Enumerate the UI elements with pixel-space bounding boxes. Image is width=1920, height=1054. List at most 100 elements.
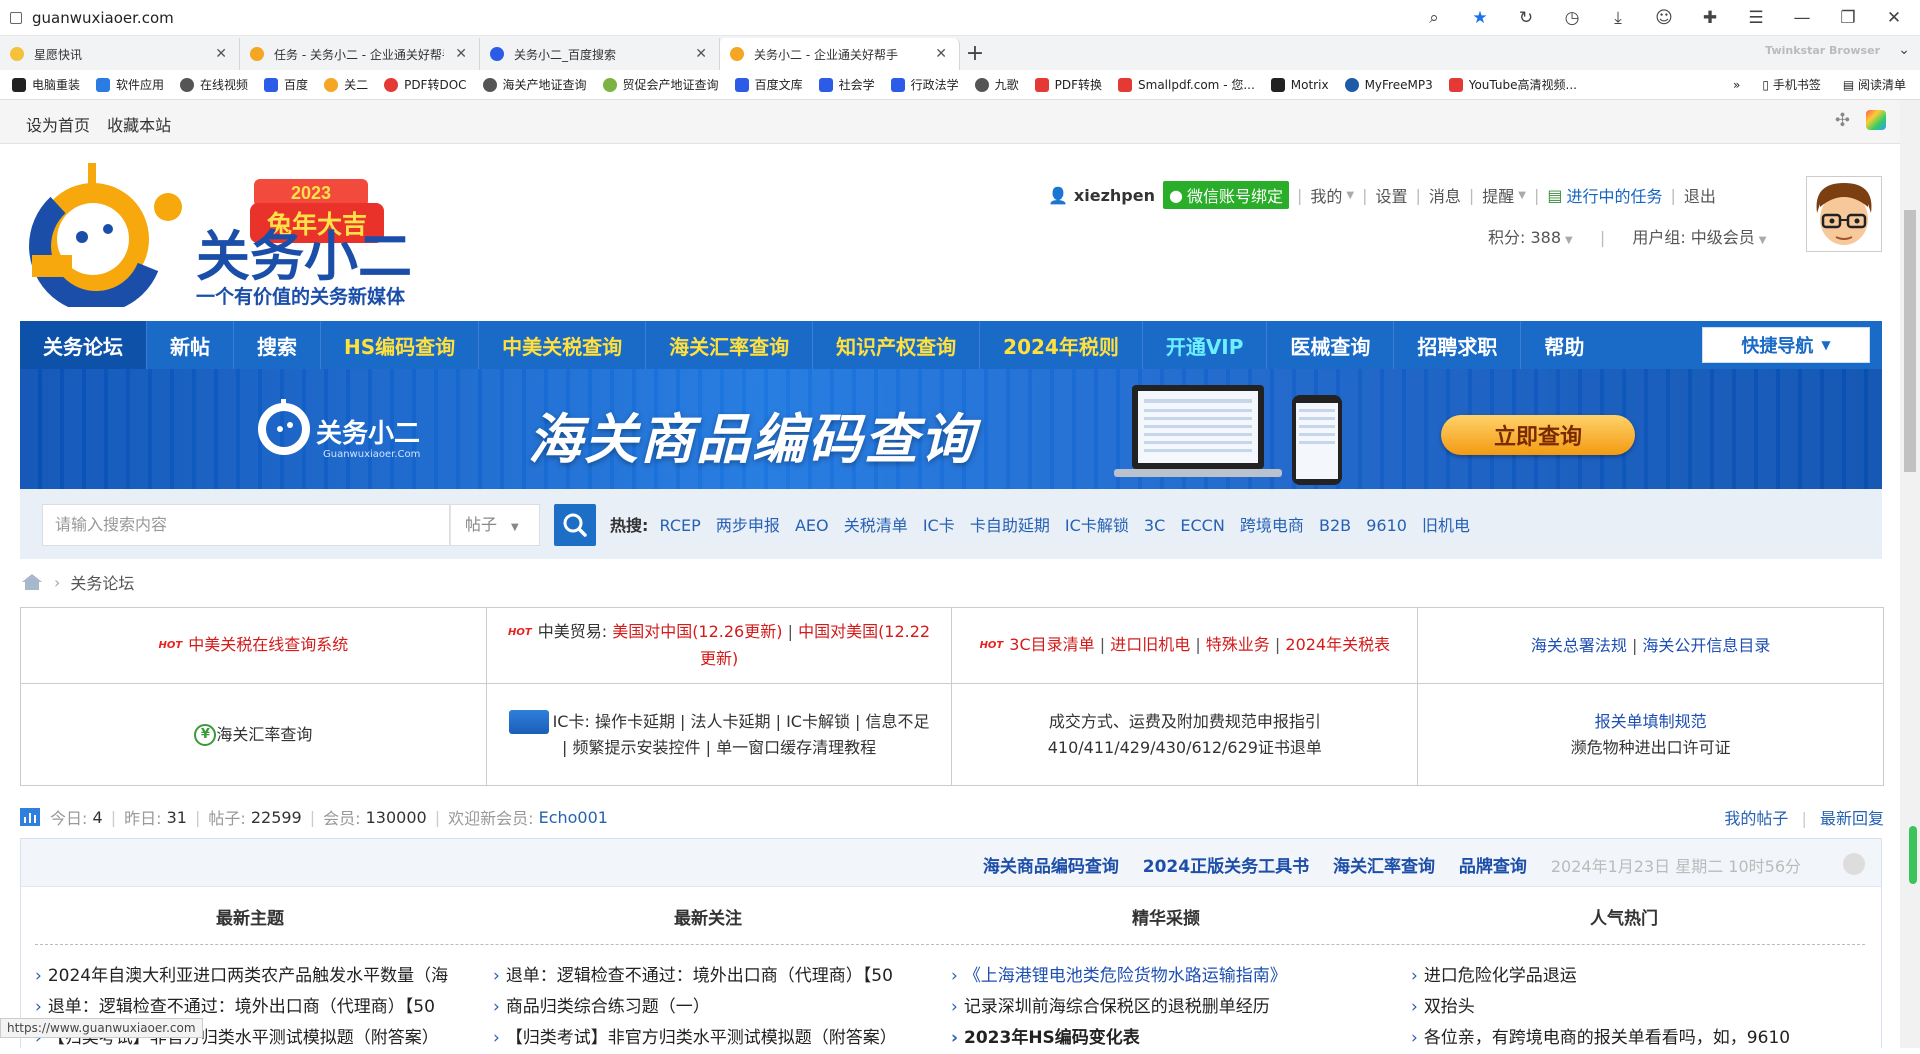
user-group-menu[interactable]: 用户组: 中级会员 <box>1632 228 1754 247</box>
nav-new-posts[interactable]: 新帖 <box>147 321 234 369</box>
close-tab-icon[interactable]: ✕ <box>455 46 467 62</box>
extensions-icon[interactable]: ✚ <box>1698 6 1722 30</box>
banner-query-button[interactable]: 立即查询 <box>1441 415 1635 455</box>
list-item[interactable]: 双抬头 <box>1411 992 1851 1023</box>
us-to-china-link[interactable]: 美国对中国(12.26更新) <box>612 622 782 641</box>
brand-query-link[interactable]: 品牌查询 <box>1459 857 1527 877</box>
bookmark-item[interactable]: 关二 <box>324 76 368 93</box>
hot-search-term[interactable]: ECCN <box>1180 516 1224 535</box>
set-homepage-link[interactable]: 设为首页 <box>26 116 90 135</box>
bookmark-item[interactable]: 海关产地证查询 <box>482 76 587 93</box>
reading-list[interactable]: ▤ 阅读清单 <box>1843 76 1906 93</box>
hot-search-term[interactable]: 3C <box>1144 516 1165 535</box>
messages-link[interactable]: 消息 <box>1429 183 1461 207</box>
hot-search-term[interactable]: 跨境电商 <box>1240 516 1304 535</box>
hot-search-term[interactable]: IC卡 <box>923 516 955 535</box>
ccc-catalog-link[interactable]: 3C目录清单 <box>1009 635 1094 654</box>
special-business-link[interactable]: 特殊业务 <box>1206 635 1270 654</box>
menu-icon[interactable]: ☰ <box>1744 6 1768 30</box>
list-item[interactable]: 商品归类综合练习题（一） <box>493 992 933 1023</box>
bookmark-item[interactable]: 百度 <box>264 76 308 93</box>
nav-search[interactable]: 搜索 <box>234 321 321 369</box>
bookmark-item[interactable]: PDF转DOC <box>384 76 467 93</box>
public-info-catalog-link[interactable]: 海关公开信息目录 <box>1642 636 1770 655</box>
search-button[interactable] <box>554 504 596 546</box>
reload-icon[interactable]: ↻ <box>1514 6 1538 30</box>
bookmark-item[interactable]: 软件应用 <box>96 76 164 93</box>
side-float-widget[interactable] <box>1909 826 1917 884</box>
declaration-form-rules-link[interactable]: 报关单填制规范 <box>1436 709 1865 735</box>
list-item[interactable]: 【归类考试】非官方归类水平测试模拟题（附答案） <box>493 1023 933 1054</box>
search-input[interactable]: 请输入搜索内容 <box>42 504 450 546</box>
nav-vip[interactable]: 开通VIP <box>1143 321 1268 369</box>
hot-search-term[interactable]: 两步申报 <box>716 516 780 535</box>
nav-medical-devices[interactable]: 医械查询 <box>1267 321 1395 369</box>
browser-tab-active[interactable]: 关务小二 - 企业通关好帮手 ✕ <box>720 38 960 70</box>
promo-banner[interactable]: 关务小二 Guanwuxiaoer.Com 海关商品编码查询 立即查询 <box>20 369 1882 489</box>
url-field[interactable]: guanwuxiaoer.com <box>32 9 174 27</box>
history-icon[interactable]: ◷ <box>1560 6 1584 30</box>
endangered-species-permit-link[interactable]: 濒危物种进出口许可证 <box>1436 735 1865 761</box>
nav-forum[interactable]: 关务论坛 <box>20 321 147 369</box>
nav-help[interactable]: 帮助 <box>1521 321 1607 369</box>
site-logo[interactable]: 2023 兔年大吉 关务小二 一个有价值的关务新媒体 <box>18 157 438 314</box>
logout-link[interactable]: 退出 <box>1684 183 1716 207</box>
browser-tab[interactable]: 星愿快讯 ✕ <box>0 38 240 70</box>
bookmark-item[interactable]: MyFreeMP3 <box>1344 77 1433 92</box>
collapse-icon[interactable] <box>1843 853 1865 875</box>
bookmark-item[interactable]: 在线视频 <box>180 76 248 93</box>
bookmark-item[interactable]: 行政法学 <box>890 76 959 93</box>
nav-hs-code[interactable]: HS编码查询 <box>321 321 480 369</box>
declaration-guide-link[interactable]: 成交方式、运费及附加费规范申报指引 <box>970 709 1399 735</box>
list-item[interactable]: 记录深圳前海综合保税区的退税删单经历 <box>951 992 1391 1023</box>
settings-link[interactable]: 设置 <box>1375 183 1407 207</box>
username[interactable]: xiezhpen <box>1074 186 1155 205</box>
exchange-rate-link[interactable]: 海关汇率查询 <box>216 725 312 744</box>
gac-regulations-link[interactable]: 海关总署法规 <box>1531 636 1627 655</box>
newest-member-link[interactable]: Echo001 <box>539 808 608 827</box>
used-machinery-link[interactable]: 进口旧机电 <box>1110 635 1190 654</box>
bookmark-site-link[interactable]: 收藏本站 <box>107 116 171 135</box>
bookmark-item[interactable]: YouTube高清视频... <box>1448 76 1577 93</box>
column-title[interactable]: 最新关注 <box>479 904 937 929</box>
chevron-down-icon[interactable]: ⌄ <box>1898 42 1910 58</box>
nav-2024-tariff[interactable]: 2024年税则 <box>980 321 1143 369</box>
download-icon[interactable]: ⤓ <box>1606 6 1630 30</box>
list-item[interactable]: 各位亲，有跨境电商的报关单看看吗，如，9610 <box>1411 1023 1851 1054</box>
breadcrumb-item[interactable]: 关务论坛 <box>70 570 134 594</box>
my-posts-link[interactable]: 我的帖子 <box>1724 809 1788 828</box>
list-item[interactable]: 退单：逻辑检查不通过：境外出口商（代理商）【50 <box>493 961 933 992</box>
new-tab-button[interactable]: + <box>960 40 990 70</box>
tool-book-link[interactable]: 2024正版关务工具书 <box>1143 857 1309 877</box>
shrink-icon[interactable]: ✣ <box>1835 110 1850 131</box>
latest-reply-link[interactable]: 最新回复 <box>1820 809 1884 828</box>
browser-tab[interactable]: 任务 - 关务小二 - 企业通关好帮手 ✕ <box>240 38 480 70</box>
hot-search-term[interactable]: RCEP <box>660 516 701 535</box>
column-title[interactable]: 人气热门 <box>1395 904 1853 929</box>
hot-search-term[interactable]: 9610 <box>1366 516 1407 535</box>
hot-search-term[interactable]: 旧机电 <box>1422 516 1470 535</box>
search-type-select[interactable]: 帖子 ▼ <box>450 504 540 546</box>
reminders-menu[interactable]: 提醒 <box>1482 183 1514 207</box>
points-menu[interactable]: 积分: 388 <box>1488 228 1561 247</box>
certificate-return-link[interactable]: 410/411/429/430/612/629证书退单 <box>970 735 1399 761</box>
bookmark-item[interactable]: 贸促会产地证查询 <box>602 76 719 93</box>
scroll-thumb[interactable] <box>1904 210 1916 472</box>
tariff-2024-link[interactable]: 2024年关税表 <box>1285 635 1390 654</box>
active-tasks-link[interactable]: 进行中的任务 <box>1567 183 1663 207</box>
close-tab-icon[interactable]: ✕ <box>215 46 227 62</box>
column-title[interactable]: 最新主题 <box>21 904 479 929</box>
theme-icon[interactable] <box>1866 110 1886 130</box>
nav-jobs[interactable]: 招聘求职 <box>1394 321 1522 369</box>
bookmark-item[interactable]: 九歌 <box>974 76 1019 93</box>
list-item[interactable]: 《上海港锂电池类危险货物水路运输指南》 <box>951 961 1391 992</box>
bookmark-item[interactable]: PDF转换 <box>1034 76 1102 93</box>
home-icon[interactable] <box>20 572 44 592</box>
hot-search-term[interactable]: IC卡解锁 <box>1065 516 1129 535</box>
more-bookmarks-icon[interactable]: » <box>1733 78 1740 92</box>
tariff-query-link[interactable]: 中美关税在线查询系统 <box>188 635 348 654</box>
bookmark-item[interactable]: Smallpdf.com - 您... <box>1118 76 1255 93</box>
list-item[interactable]: 2024年自澳大利亚进口两类农产品触发水平数量（海 <box>35 961 475 992</box>
bookmark-item[interactable]: 社会学 <box>818 76 875 93</box>
nav-exchange-rate[interactable]: 海关汇率查询 <box>646 321 814 369</box>
